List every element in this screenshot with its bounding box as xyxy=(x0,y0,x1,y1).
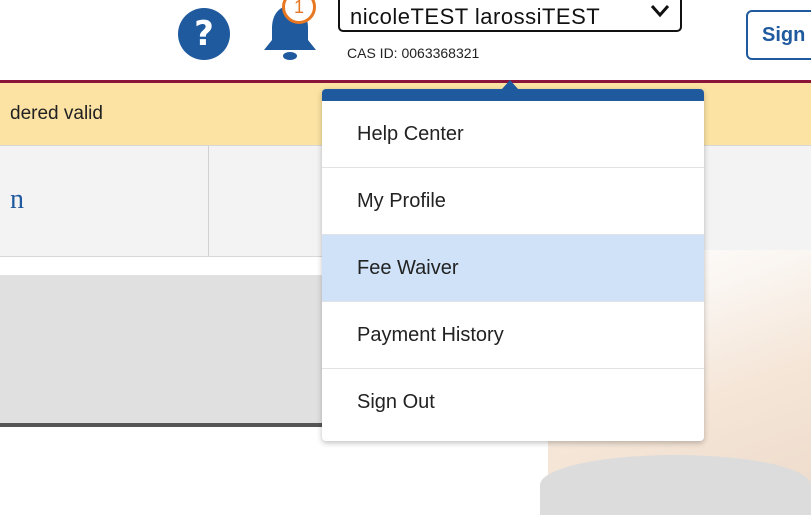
menu-item-label: My Profile xyxy=(357,190,446,212)
header-sign-out-button[interactable]: Sign xyxy=(746,10,811,60)
menu-item-label: Help Center xyxy=(357,123,464,145)
dropdown-top-bar xyxy=(322,89,704,101)
alert-banner-text: dered valid xyxy=(10,103,103,124)
content-panel xyxy=(0,275,322,425)
header-sign-out-label: Sign xyxy=(762,24,806,46)
menu-item-label: Fee Waiver xyxy=(357,257,459,279)
menu-item-label: Sign Out xyxy=(357,391,435,413)
menu-item-label: Payment History xyxy=(357,324,504,346)
menu-item-payment-history[interactable]: Payment History xyxy=(322,302,704,369)
menu-item-sign-out[interactable]: Sign Out xyxy=(322,369,704,436)
menu-item-my-profile[interactable]: My Profile xyxy=(322,168,704,235)
hero-image-shape xyxy=(540,455,811,515)
content-panel-underline xyxy=(0,423,322,427)
account-dropdown-menu: Help Center My Profile Fee Waiver Paymen… xyxy=(322,89,704,441)
menu-item-help-center[interactable]: Help Center xyxy=(322,101,704,168)
chevron-down-icon xyxy=(650,5,670,18)
help-icon[interactable]: ? xyxy=(178,8,230,60)
tab-divider xyxy=(208,146,209,256)
dropdown-caret xyxy=(502,80,518,89)
user-name-label: nicoleTEST larossiTEST xyxy=(350,4,601,29)
tab-label-partial[interactable]: n xyxy=(10,184,24,216)
cas-id-label: CAS ID: 0063368321 xyxy=(347,45,480,61)
user-account-select[interactable]: nicoleTEST larossiTEST xyxy=(338,0,682,32)
help-glyph: ? xyxy=(194,14,214,54)
notification-count: 1 xyxy=(293,0,304,17)
menu-item-fee-waiver[interactable]: Fee Waiver xyxy=(322,235,704,302)
